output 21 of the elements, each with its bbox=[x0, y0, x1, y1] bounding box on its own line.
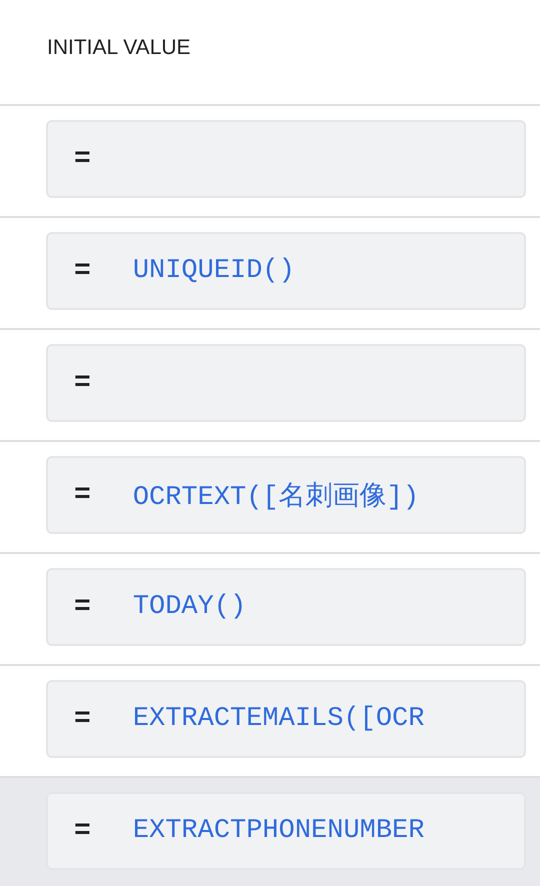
equals-sign: = bbox=[74, 256, 91, 286]
formula-text: OCRTEXT([名刺画像]) bbox=[132, 480, 420, 513]
formula-field[interactable]: = OCRTEXT([名刺画像]) bbox=[46, 456, 526, 534]
formula-text: TODAY() bbox=[132, 592, 246, 622]
formula-field[interactable]: = EXTRACTEMAILS([OCR bbox=[46, 680, 526, 758]
equals-sign: = bbox=[74, 480, 91, 510]
equals-sign: = bbox=[74, 592, 91, 622]
formula-field[interactable]: = bbox=[46, 344, 526, 422]
formula-field[interactable]: = TODAY() bbox=[46, 568, 526, 646]
table-row[interactable]: = EXTRACTPHONENUMBER bbox=[0, 778, 540, 886]
equals-sign: = bbox=[74, 816, 91, 846]
formula-text: EXTRACTPHONENUMBER bbox=[132, 816, 424, 846]
formula-field[interactable]: = UNIQUEID() bbox=[46, 232, 526, 310]
equals-sign: = bbox=[74, 144, 91, 174]
equals-sign: = bbox=[74, 368, 91, 398]
formula-text: EXTRACTEMAILS([OCR bbox=[132, 704, 424, 734]
formula-text: UNIQUEID() bbox=[132, 256, 295, 286]
formula-field[interactable]: = bbox=[46, 120, 526, 198]
formula-field[interactable]: = EXTRACTPHONENUMBER bbox=[46, 792, 526, 870]
equals-sign: = bbox=[74, 704, 91, 734]
column-header: INITIAL VALUE bbox=[47, 36, 191, 60]
